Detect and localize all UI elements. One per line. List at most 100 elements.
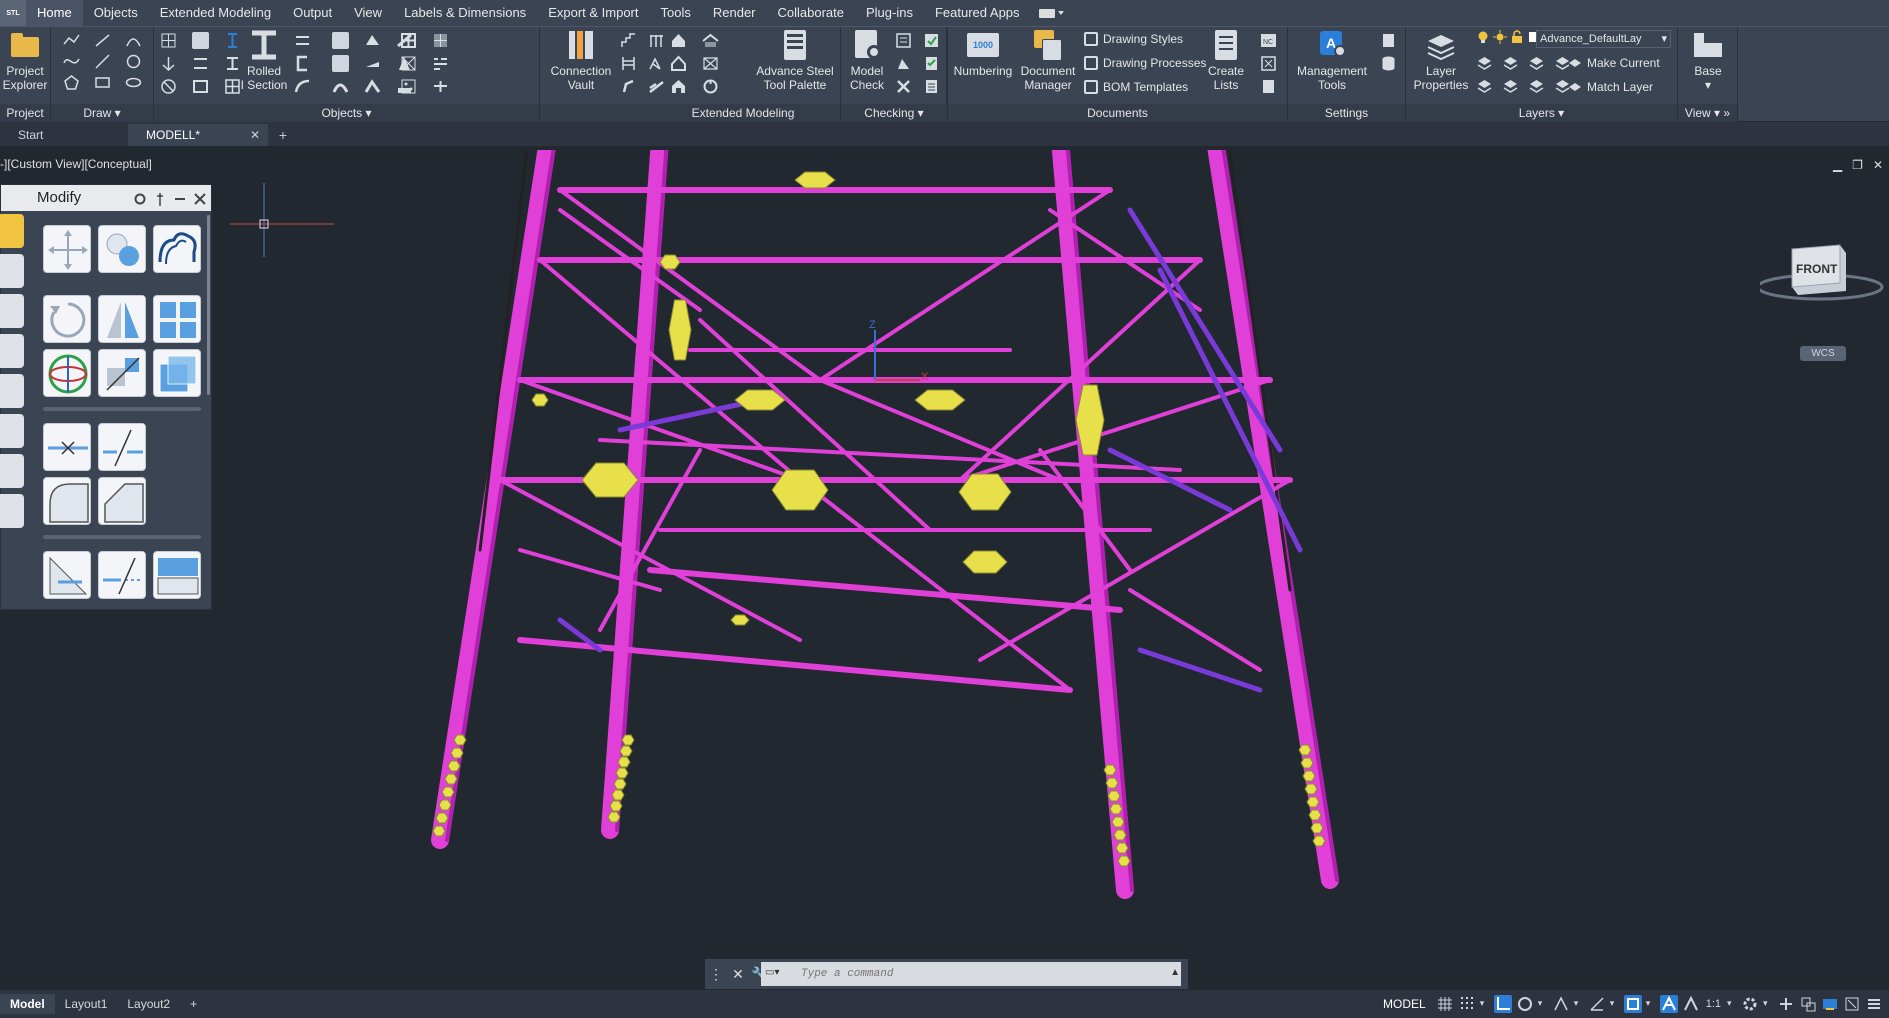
diagonal-brace-6[interactable]	[498, 478, 802, 642]
tab-labels-dimensions[interactable]: Labels & Dimensions	[393, 0, 537, 26]
leg-bolt-a-4[interactable]	[441, 786, 455, 798]
leg-bolt-a-1[interactable]	[450, 747, 464, 759]
check-doc-icon[interactable]	[923, 55, 940, 72]
side-tab-pencil-icon[interactable]	[0, 214, 24, 248]
rectangle-icon[interactable]	[94, 74, 111, 91]
isodraft-dropdown-icon[interactable]: ▾	[1574, 995, 1584, 1013]
palette-scrollbar[interactable]	[207, 215, 210, 395]
sun-icon[interactable]	[1493, 30, 1507, 44]
stretch-button[interactable]	[153, 551, 201, 599]
line-icon[interactable]	[94, 32, 111, 49]
break-button[interactable]	[98, 423, 146, 471]
side-tab-select-icon[interactable]	[0, 374, 24, 408]
side-tab-table-icon[interactable]	[0, 494, 24, 528]
wcs-menu[interactable]: WCS	[1800, 346, 1846, 361]
settings-gear-icon[interactable]	[133, 189, 147, 205]
tab-modell[interactable]: MODELL* ✕	[128, 124, 268, 146]
leg-bolt-c-6[interactable]	[1115, 842, 1129, 854]
leg-bolt-c-7[interactable]	[1117, 855, 1131, 867]
add-icon[interactable]	[1777, 995, 1795, 1013]
leg-bolt-a-0[interactable]	[453, 734, 467, 746]
grid-display-icon[interactable]	[1436, 995, 1454, 1013]
channel-icon[interactable]	[294, 55, 311, 72]
truss-icon[interactable]	[648, 55, 665, 72]
diagonal-brace-18[interactable]	[1128, 588, 1262, 672]
export-doc-icon[interactable]	[1260, 78, 1277, 95]
leg-bolt-c-4[interactable]	[1111, 816, 1125, 828]
command-input[interactable]	[761, 962, 1181, 986]
leg-bolt-b-3[interactable]	[615, 767, 629, 779]
pattern-x-icon[interactable]	[400, 55, 417, 72]
mirror-button[interactable]	[98, 295, 146, 343]
3d-align-button[interactable]	[98, 349, 146, 397]
leg-bolt-c-1[interactable]	[1105, 777, 1119, 789]
pattern-grid-icon[interactable]	[400, 32, 417, 49]
gusset-plate-4[interactable]	[914, 389, 966, 411]
arc-icon[interactable]	[125, 32, 142, 49]
break-at-point-button[interactable]	[43, 423, 91, 471]
layer-tool-2-icon[interactable]	[1502, 53, 1519, 70]
close-tab-icon[interactable]: ✕	[250, 124, 260, 146]
model-space-toggle[interactable]: MODEL	[1383, 997, 1426, 1011]
ladder-right[interactable]	[1226, 138, 1292, 592]
document-manager-button[interactable]: Document Manager	[1018, 29, 1078, 92]
diagonal-brace-7[interactable]	[978, 478, 1292, 662]
minimize-palette-icon[interactable]	[173, 189, 187, 203]
secondary-brace-5[interactable]	[1137, 647, 1263, 693]
leg-bolt-b-4[interactable]	[613, 778, 627, 790]
audit-icon[interactable]	[895, 55, 912, 72]
building-icon[interactable]	[670, 78, 687, 95]
polyline-icon[interactable]	[63, 32, 80, 49]
make-current-button[interactable]: Make Current	[1568, 56, 1660, 70]
layer-properties-button[interactable]: Layer Properties	[1410, 29, 1472, 92]
move-button[interactable]	[43, 225, 91, 273]
panel-title-layers[interactable]: Layers ▾	[1406, 104, 1677, 122]
rolled-i-section-button[interactable]: Rolled I Section	[238, 29, 290, 92]
bolt-pattern-icon[interactable]	[400, 78, 417, 95]
anchor-icon[interactable]	[160, 55, 177, 72]
check-green-icon[interactable]	[923, 32, 940, 49]
view-cube[interactable]: FRONT	[1756, 235, 1884, 315]
osnap-tracking-dropdown-icon[interactable]: ▾	[1610, 995, 1620, 1013]
rotate-button[interactable]	[43, 295, 91, 343]
tab-featured-apps[interactable]: Featured Apps	[924, 0, 1031, 26]
advance-steel-tool-palette-button[interactable]: Advance Steel Tool Palette	[750, 29, 840, 92]
drawing-processes-button[interactable]: Drawing Processes	[1084, 56, 1206, 70]
warp-plate-icon[interactable]	[332, 78, 349, 95]
pattern-hatch-icon[interactable]	[432, 32, 449, 49]
gusset-plate-9[interactable]	[962, 550, 1008, 574]
clean-screen-icon[interactable]	[1843, 995, 1861, 1013]
close-command-icon[interactable]: ✕	[727, 959, 749, 989]
tab-tools[interactable]: Tools	[650, 0, 702, 26]
close-palette-icon[interactable]	[193, 189, 207, 205]
model-check-button[interactable]: Model Check	[845, 29, 889, 92]
spiral-stair-icon[interactable]	[620, 78, 637, 95]
ellipse-icon[interactable]	[125, 74, 142, 91]
command-history-icon[interactable]: ▭▾	[765, 967, 789, 981]
leg-bolt-d-3[interactable]	[1304, 783, 1318, 795]
leg-bolt-d-6[interactable]	[1310, 822, 1324, 834]
tab-start[interactable]: Start	[0, 124, 128, 146]
leg-bolt-b-0[interactable]	[621, 734, 635, 746]
tab-collaborate[interactable]: Collaborate	[767, 0, 856, 26]
gusset-plate-10[interactable]	[730, 614, 750, 626]
fold-plate-icon[interactable]	[364, 32, 381, 49]
stair-icon[interactable]	[620, 32, 637, 49]
customization-icon[interactable]	[1865, 995, 1883, 1013]
side-tab-hatch-icon[interactable]	[0, 414, 24, 448]
gusset-plate-11[interactable]	[531, 393, 549, 407]
chevron-up-icon[interactable]: ▲	[1170, 967, 1180, 978]
leg-bolt-b-6[interactable]	[609, 800, 623, 812]
leg-bolt-a-3[interactable]	[444, 773, 458, 785]
add-layout-button[interactable]: +	[180, 994, 207, 1014]
stiffener-icon[interactable]	[192, 55, 209, 72]
offset-button[interactable]	[153, 225, 201, 273]
polygon-icon[interactable]	[63, 74, 80, 91]
polar-tracking-icon[interactable]	[1516, 995, 1534, 1013]
leg-bolt-c-3[interactable]	[1109, 803, 1123, 815]
plate-square-icon[interactable]	[332, 32, 349, 49]
app-logo-icon[interactable]: STL	[0, 0, 26, 26]
ribbon-toggle-icon[interactable]	[1031, 0, 1072, 26]
layer-tool-3-icon[interactable]	[1528, 53, 1545, 70]
panel-title-view[interactable]: View ▾ »	[1678, 104, 1737, 122]
